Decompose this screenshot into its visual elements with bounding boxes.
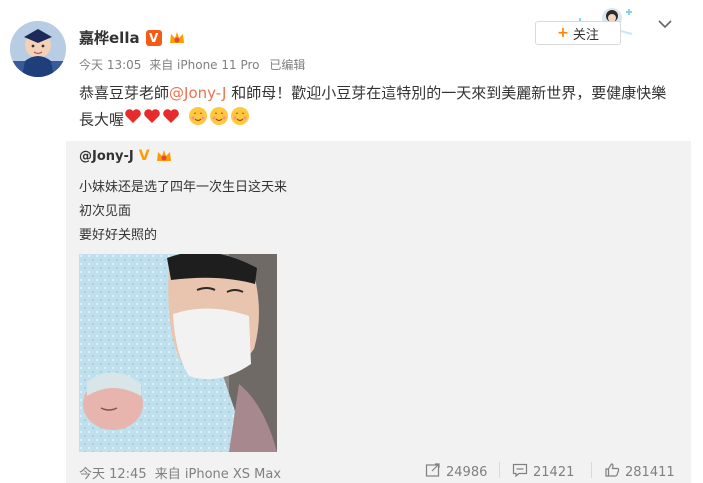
repost-line: 小妹妹还是选了四年一次生日这天来: [79, 180, 288, 195]
share-icon: [425, 462, 441, 482]
repost-line: 初次见面: [79, 204, 132, 219]
heart-face-emoji-icon: [230, 106, 250, 134]
member-crown-icon: [155, 148, 173, 164]
repost-action-button[interactable]: 24986: [425, 462, 487, 482]
heart-face-emoji-icon: [188, 106, 208, 134]
repost-username[interactable]: @Jony-J: [79, 149, 134, 164]
repost-timestamp[interactable]: 今天 12:45: [79, 467, 147, 482]
action-divider: [591, 462, 592, 478]
repost-meta: 今天 12:45 来自 iPhone XS Max: [79, 463, 281, 482]
heart-emoji-icon: [143, 106, 161, 134]
post-text-before: 恭喜豆芽老師: [79, 84, 170, 102]
comment-count: 21421: [533, 464, 575, 480]
comment-action-button[interactable]: 21421: [512, 462, 574, 482]
follow-button[interactable]: + 关注: [535, 21, 621, 45]
comment-icon: [512, 462, 528, 482]
post-timestamp[interactable]: 今天 13:05: [79, 58, 141, 72]
like-count: 281411: [625, 464, 675, 480]
member-crown-icon: [168, 30, 186, 46]
verified-badge-icon: V: [145, 29, 162, 46]
heart-face-emoji-icon: [209, 106, 229, 134]
heart-emoji-icon: [162, 106, 180, 134]
post-source: 来自 iPhone 11 Pro: [149, 58, 260, 72]
verified-v-icon: V: [138, 148, 150, 164]
username[interactable]: 嘉桦ella: [79, 27, 140, 48]
mention-link[interactable]: @Jony-J: [169, 84, 226, 102]
chevron-down-icon[interactable]: [655, 16, 675, 32]
avatar[interactable]: [10, 21, 66, 77]
repost-source: 来自 iPhone XS Max: [154, 467, 282, 482]
thumbs-up-icon: [604, 462, 620, 482]
like-action-button[interactable]: 281411: [604, 462, 675, 482]
repost-line: 要好好关照的: [79, 228, 158, 243]
action-divider: [499, 462, 500, 478]
post-text: 恭喜豆芽老師@Jony-J 和師母！歡迎小豆芽在這特別的一天來到美麗新世界，要健…: [79, 80, 679, 134]
emoji-group: [124, 106, 250, 134]
repost-count: 24986: [446, 464, 488, 480]
follow-button-label: 关注: [572, 27, 599, 43]
repost-photo[interactable]: [79, 254, 277, 452]
heart-emoji-icon: [124, 106, 142, 134]
repost-text: 小妹妹还是选了四年一次生日这天来 初次见面 要好好关照的: [79, 176, 287, 248]
post-meta: 今天 13:05 来自 iPhone 11 Pro 已编辑: [79, 56, 305, 73]
post-edited[interactable]: 已编辑: [269, 58, 305, 72]
plus-icon: +: [557, 25, 569, 41]
